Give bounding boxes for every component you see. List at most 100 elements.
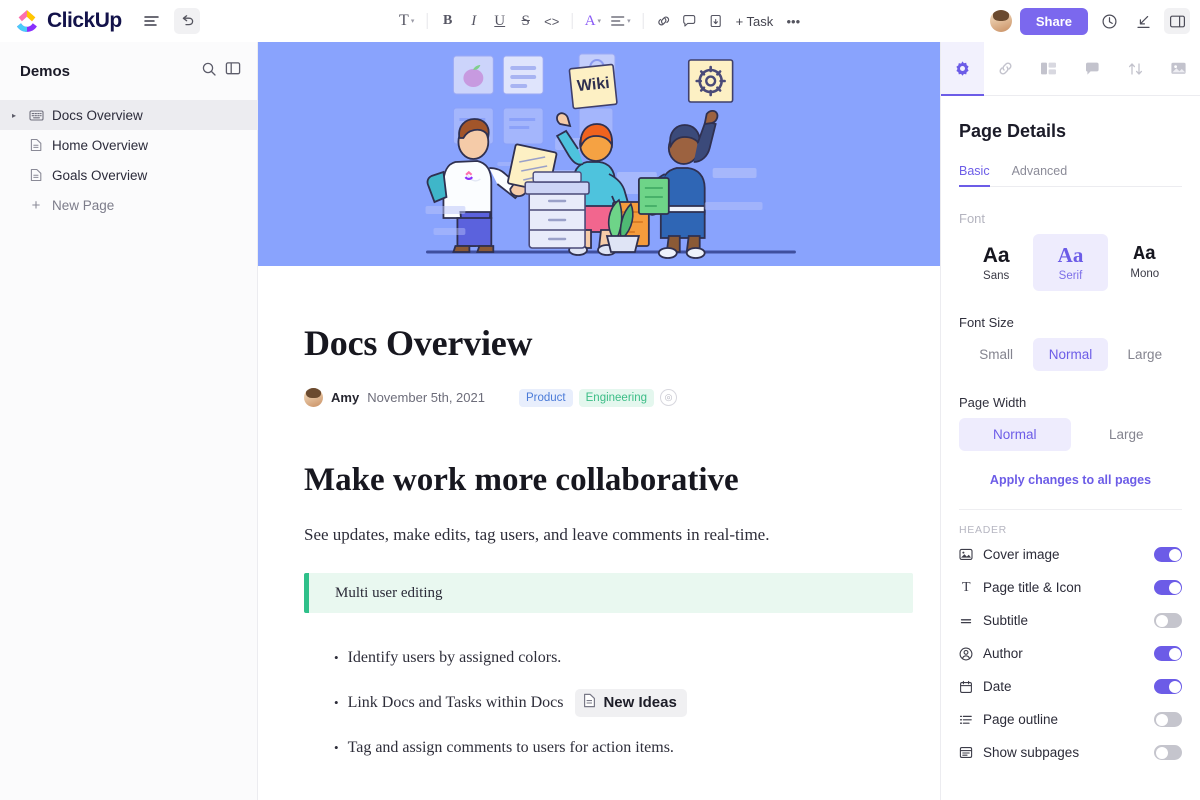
subpages-icon xyxy=(959,746,979,759)
collapse-panel-icon[interactable] xyxy=(225,61,241,81)
subtab-advanced[interactable]: Advanced xyxy=(1012,164,1068,186)
sidebar-item-goals-overview[interactable]: Goals Overview xyxy=(0,160,257,190)
chevron-down-icon: ▾ xyxy=(597,17,602,25)
list-item: • Tag and assign comments to users for a… xyxy=(304,725,940,770)
doc-link-chip[interactable]: New Ideas xyxy=(575,688,687,717)
option-label: Page outline xyxy=(983,712,1059,728)
bold-tool[interactable]: B xyxy=(436,8,460,34)
font-size-normal[interactable]: Normal xyxy=(1033,338,1108,372)
link-icon xyxy=(999,62,1012,75)
svg-text:Wiki: Wiki xyxy=(576,75,610,95)
undo-icon[interactable] xyxy=(174,8,200,34)
font-size-small[interactable]: Small xyxy=(959,338,1033,371)
hamburger-icon[interactable] xyxy=(138,8,164,34)
chevron-down-icon: ▾ xyxy=(410,17,415,25)
page-width-large[interactable]: Large xyxy=(1071,418,1183,451)
font-option-serif[interactable]: Aa Serif xyxy=(1033,234,1108,292)
add-tag-icon[interactable]: ◎ xyxy=(660,389,678,406)
tag-product[interactable]: Product xyxy=(518,388,573,407)
plus-icon: + xyxy=(31,196,41,214)
option-label: Date xyxy=(983,679,1012,695)
page-icon xyxy=(583,693,596,713)
sidebar-item-docs-overview[interactable]: ▸ Docs Overview xyxy=(0,100,257,130)
page-title[interactable]: Docs Overview xyxy=(304,322,940,364)
panel-title: Page Details xyxy=(959,121,1067,141)
header-section-label: HEADER xyxy=(959,524,1007,537)
toggle-cover-image[interactable] xyxy=(1154,547,1182,563)
user-avatar[interactable] xyxy=(989,10,1012,32)
author-name: Amy xyxy=(331,390,360,405)
underline-tool[interactable]: U xyxy=(488,8,512,34)
font-section-label: Font xyxy=(959,211,986,226)
option-label: Show subpages xyxy=(983,745,1080,761)
link-tool[interactable] xyxy=(652,8,676,34)
tab-sort[interactable] xyxy=(1114,42,1157,95)
tab-cover[interactable] xyxy=(1157,42,1200,95)
brand-name: ClickUp xyxy=(47,9,122,32)
align-tool[interactable]: ▾ xyxy=(607,8,635,34)
code-tool[interactable]: <> xyxy=(540,8,564,34)
tag-engineering[interactable]: Engineering xyxy=(578,388,655,407)
italic-tool[interactable]: I xyxy=(462,8,486,34)
option-cover-image[interactable]: Cover image xyxy=(959,540,1182,569)
tab-layout[interactable] xyxy=(1027,42,1070,95)
sort-icon xyxy=(1128,62,1142,75)
add-task-tool[interactable]: + Task xyxy=(730,8,780,34)
calendar-icon xyxy=(959,680,979,694)
cover-image[interactable]: Wiki xyxy=(258,42,940,266)
section-heading: Make work more collaborative xyxy=(304,462,739,498)
text-color-tool[interactable]: A ▾ xyxy=(581,8,605,34)
text-style-tool[interactable]: T ▾ xyxy=(395,8,419,34)
text-color-label: A xyxy=(584,12,596,29)
font-options: Aa Sans Aa Serif Aa Mono xyxy=(959,234,1182,292)
option-show-subpages[interactable]: Show subpages xyxy=(959,738,1182,767)
toggle-page-outline[interactable] xyxy=(1154,712,1182,728)
callout-block[interactable]: Multi user editing xyxy=(304,573,913,613)
font-size-large[interactable]: Large xyxy=(1108,338,1182,371)
font-sample: Aa xyxy=(1133,243,1157,265)
history-icon[interactable] xyxy=(1096,8,1122,34)
subtab-basic[interactable]: Basic xyxy=(959,164,990,187)
bullet-dot: • xyxy=(334,649,339,665)
font-size-options: Small Normal Large xyxy=(959,338,1182,372)
doc-grid-icon xyxy=(28,109,44,122)
download-icon[interactable] xyxy=(1130,8,1156,34)
toggle-right-panel-icon[interactable] xyxy=(1164,8,1190,34)
strikethrough-tool[interactable]: S xyxy=(514,8,538,34)
page-width-options: Normal Large xyxy=(959,418,1183,452)
sidebar-item-home-overview[interactable]: Home Overview xyxy=(0,130,257,160)
panel-subtabs: Basic Advanced xyxy=(959,164,1182,187)
font-size-label: Font Size xyxy=(959,315,1014,331)
page-width-normal[interactable]: Normal xyxy=(959,418,1071,452)
tab-relationships[interactable] xyxy=(984,42,1027,95)
font-option-sans[interactable]: Aa Sans xyxy=(959,234,1033,291)
toggle-subtitle[interactable] xyxy=(1154,613,1182,629)
option-label: Page title & Icon xyxy=(983,580,1082,596)
toggle-date[interactable] xyxy=(1154,679,1182,695)
comment-tool[interactable] xyxy=(678,8,702,34)
tab-comments[interactable] xyxy=(1071,42,1114,95)
subtitle-icon xyxy=(959,616,979,626)
option-author[interactable]: Author xyxy=(959,639,1182,668)
option-page-outline[interactable]: Page outline xyxy=(959,705,1182,734)
author-avatar xyxy=(304,388,323,407)
image-icon xyxy=(959,548,979,561)
document-date[interactable]: November 5th, 2021 xyxy=(367,390,485,405)
tab-settings[interactable] xyxy=(941,42,985,96)
option-subtitle[interactable]: Subtitle xyxy=(959,606,1182,635)
page-tool[interactable] xyxy=(704,8,728,34)
bullet-dot: • xyxy=(334,694,339,710)
option-date[interactable]: Date xyxy=(959,672,1182,701)
brand[interactable]: ClickUp xyxy=(14,8,124,34)
toggle-page-title[interactable] xyxy=(1154,580,1182,596)
option-page-title[interactable]: T Page title & Icon xyxy=(959,573,1182,602)
apply-all-pages-link[interactable]: Apply changes to all pages xyxy=(959,473,1182,487)
sidebar-item-new-page[interactable]: + New Page xyxy=(0,190,257,220)
more-options-tool[interactable]: ••• xyxy=(781,8,805,34)
search-icon[interactable] xyxy=(201,61,217,82)
share-button[interactable]: Share xyxy=(1019,7,1088,35)
toggle-show-subpages[interactable] xyxy=(1154,745,1182,761)
font-option-mono[interactable]: Aa Mono xyxy=(1108,234,1182,291)
expand-arrow-icon[interactable]: ▸ xyxy=(8,111,20,120)
toggle-author[interactable] xyxy=(1154,646,1182,662)
